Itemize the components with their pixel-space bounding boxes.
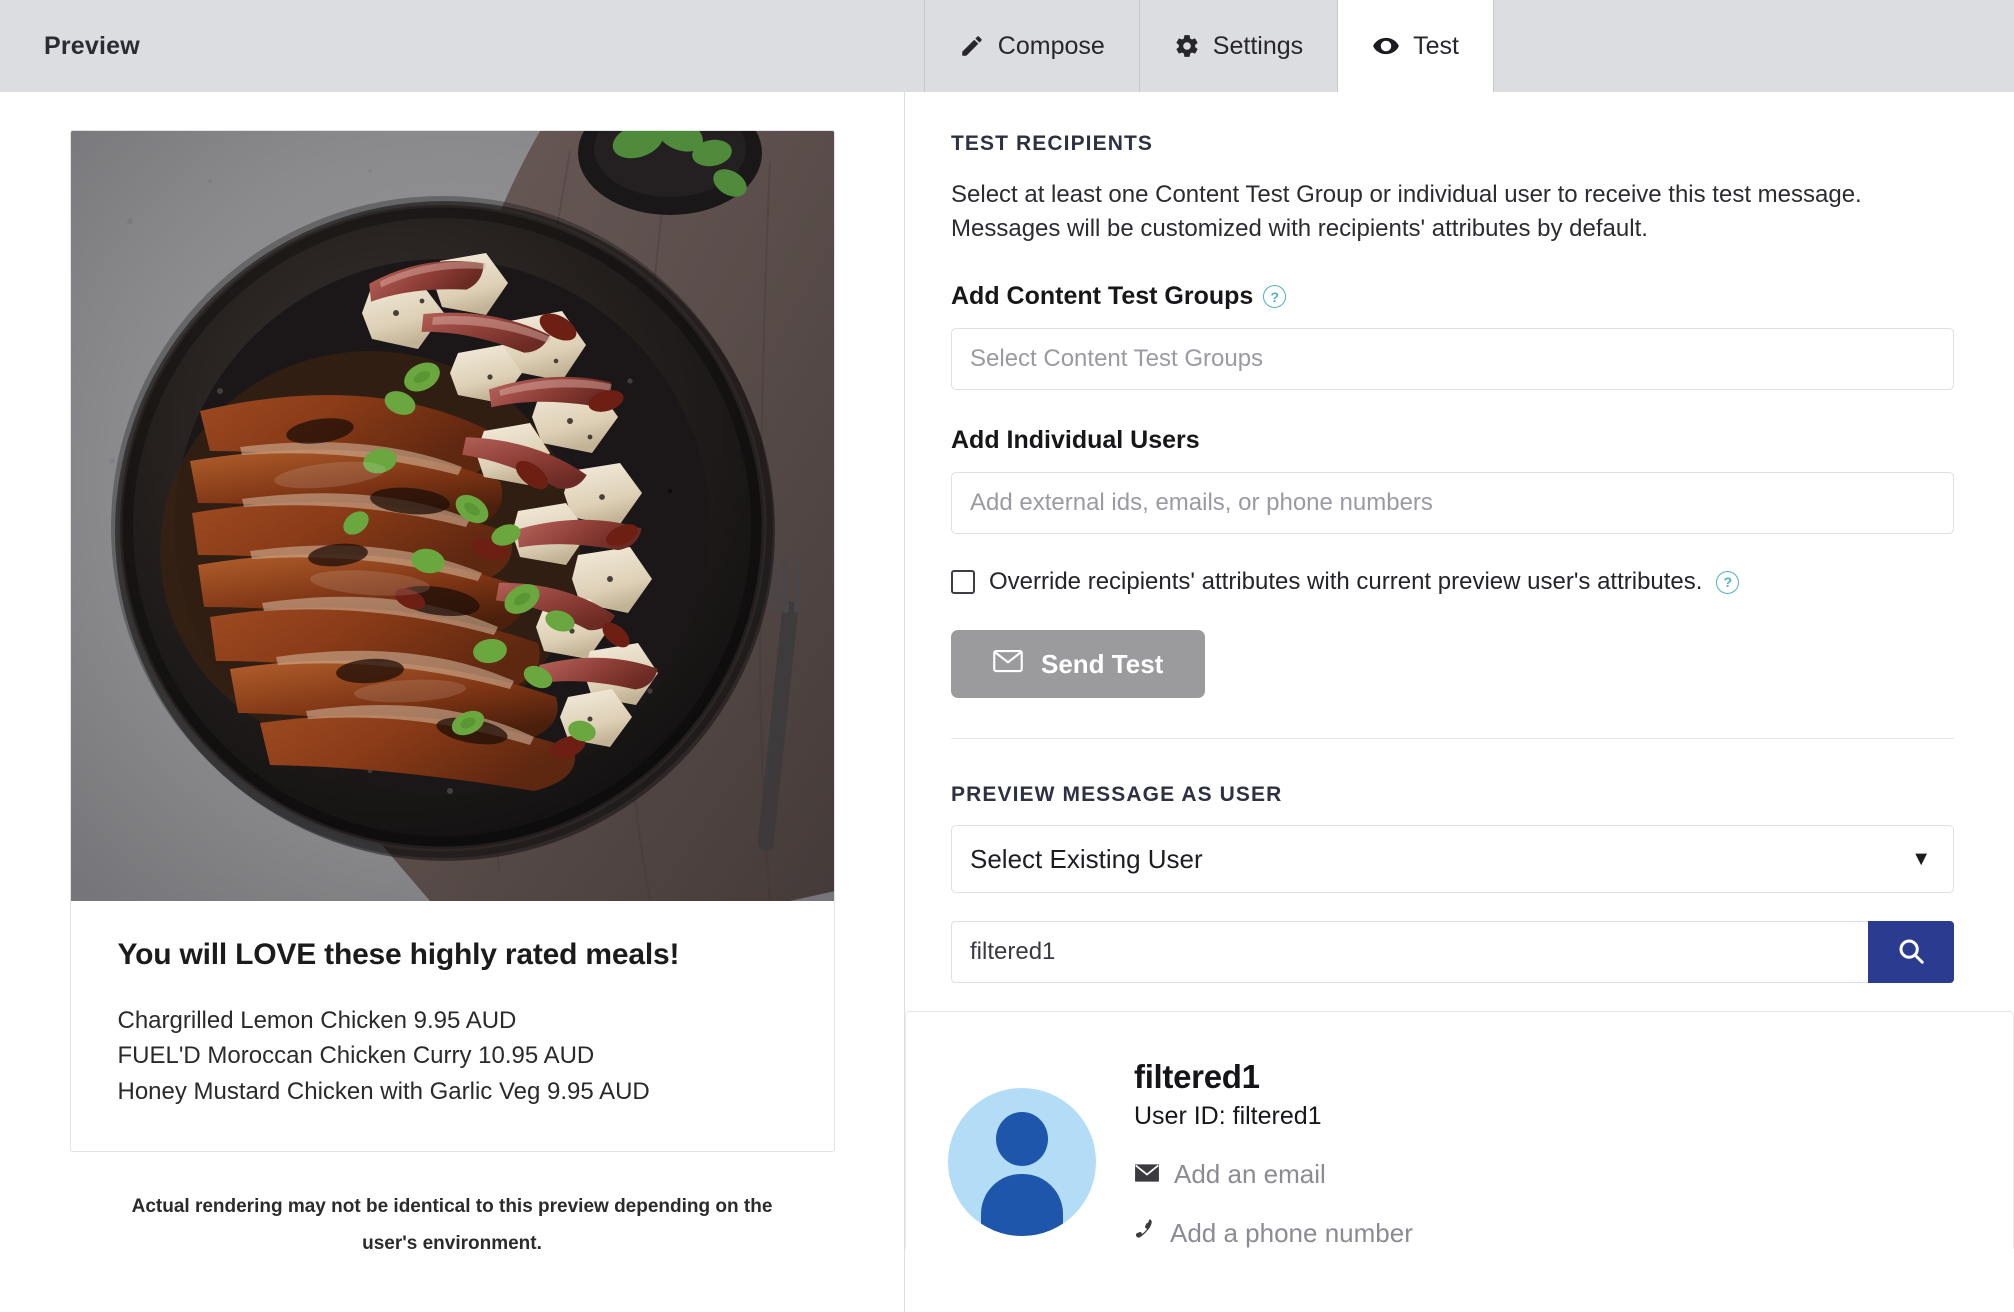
preview-as-user-section: PREVIEW MESSAGE AS USER Select Existing … [905,739,2014,984]
tab-list: Compose Settings Test [923,0,2014,92]
top-tab-bar: Preview Compose Settings Test [0,0,2014,92]
page-title: Preview [44,31,140,60]
tab-compose-label: Compose [997,31,1105,60]
email-preview-card: You will LOVE these highly rated meals! … [69,130,835,1153]
user-search-input[interactable]: filtered1 [951,921,1868,984]
override-attributes-row: Override recipients' attributes with cur… [951,568,1954,596]
send-test-button[interactable]: Send Test [951,630,1206,699]
tab-test[interactable]: Test [1337,0,1494,92]
help-icon[interactable]: ? [1716,570,1740,594]
avatar-head [996,1112,1048,1167]
override-attributes-checkbox[interactable] [951,570,975,595]
avatar-torso [981,1174,1063,1237]
email-item: Honey Mustard Chicken with Garlic Veg 9.… [117,1077,650,1105]
chevron-down-icon: ▼ [1911,847,1931,870]
test-recipients-title: TEST RECIPIENTS [951,132,1154,155]
user-search-button[interactable] [1868,921,1954,984]
user-search-result-card[interactable]: filtered1 User ID: filtered1 Add an emai… [905,1011,2014,1250]
envelope-icon [993,649,1023,680]
pencil-icon [959,33,985,59]
eye-icon [1372,32,1400,60]
email-item: FUEL'D Moroccan Chicken Curry 10.95 AUD [117,1042,595,1070]
add-phone-label: Add a phone number [1170,1218,1413,1249]
gear-icon [1174,33,1200,59]
override-attributes-label: Override recipients' attributes with cur… [989,568,1703,596]
search-icon [1896,936,1926,969]
add-phone-link[interactable]: Add a phone number [1134,1218,1413,1249]
envelope-icon [1134,1159,1160,1190]
email-body-text: You will LOVE these highly rated meals! … [71,901,834,1151]
main-body: You will LOVE these highly rated meals! … [0,92,2014,1312]
user-search-row: filtered1 [951,921,1954,984]
add-email-link[interactable]: Add an email [1134,1159,1413,1190]
chargrilled-chicken-skillet-photo [70,131,834,901]
content-test-groups-label-text: Add Content Test Groups [951,282,1254,311]
tab-settings-label: Settings [1212,31,1304,60]
tab-compose[interactable]: Compose [923,0,1139,92]
content-test-groups-input[interactable]: Select Content Test Groups [951,328,1954,391]
email-item: Chargrilled Lemon Chicken 9.95 AUD [117,1006,517,1034]
user-id: User ID: filtered1 [1134,1102,1322,1131]
test-recipients-description: Select at least one Content Test Group o… [951,181,1862,243]
tab-test-label: Test [1413,31,1459,60]
tab-settings[interactable]: Settings [1138,0,1338,92]
preview-disclaimer: Actual rendering may not be identical to… [131,1196,773,1255]
tab-bar-spacer [1494,0,2014,92]
individual-users-label: Add Individual Users [951,426,1954,455]
email-headline: You will LOVE these highly rated meals! [117,938,680,971]
individual-users-input[interactable]: Add external ids, emails, or phone numbe… [951,472,1954,535]
existing-user-select[interactable]: Select Existing User ▼ [951,825,1954,894]
preview-as-user-title: PREVIEW MESSAGE AS USER [951,783,1283,807]
existing-user-select-value: Select Existing User [970,843,1203,874]
email-item-list: Chargrilled Lemon Chicken 9.95 AUD FUEL'… [118,1003,787,1110]
user-info: filtered1 User ID: filtered1 Add an emai… [1134,1050,1413,1249]
send-test-label: Send Test [1041,648,1164,679]
user-name: filtered1 [1134,1058,1260,1096]
user-avatar-icon [948,1088,1096,1237]
preview-test-screen: Preview Compose Settings Test You will L… [0,0,2014,1312]
phone-icon [1134,1218,1156,1249]
individual-users-label-text: Add Individual Users [951,426,1200,455]
content-test-groups-label: Add Content Test Groups ? [951,282,1954,311]
add-email-label: Add an email [1174,1159,1326,1190]
message-preview-pane: You will LOVE these highly rated meals! … [0,92,905,1312]
test-recipients-section: TEST RECIPIENTS Select at least one Cont… [905,92,2014,740]
test-panel: TEST RECIPIENTS Select at least one Cont… [905,92,2014,1312]
help-icon[interactable]: ? [1263,285,1287,309]
